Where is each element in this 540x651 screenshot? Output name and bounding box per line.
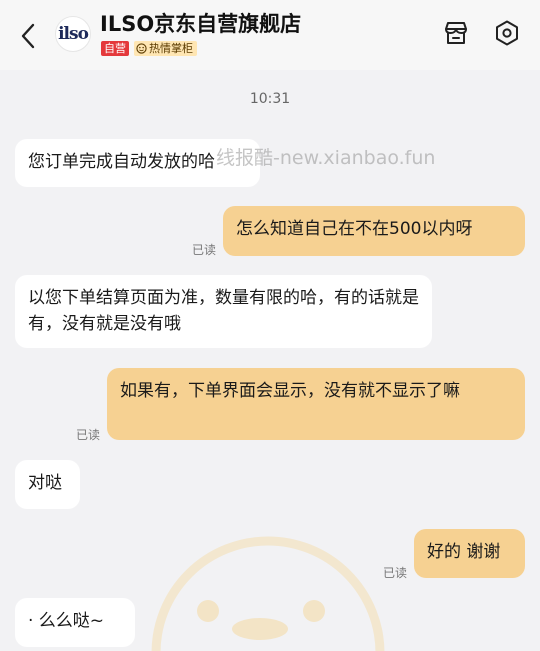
message-bubble-outgoing[interactable]: 好的 谢谢	[414, 529, 525, 578]
back-button[interactable]	[14, 20, 42, 52]
mascot-watermark-icon	[151, 536, 385, 651]
message-text: 您订单完成自动发放的哈	[28, 152, 215, 172]
message-text: 对哒	[28, 473, 62, 493]
message-timestamp: 10:31	[249, 91, 291, 107]
settings-button[interactable]	[492, 18, 522, 48]
store-icon	[445, 22, 467, 44]
read-status: 已读	[192, 243, 217, 257]
message-bubble-outgoing[interactable]: 如果有，下单界面会显示，没有就不显示了嘛	[107, 368, 525, 440]
read-status: 已读	[383, 566, 408, 580]
shop-logo[interactable]: ilso	[55, 16, 91, 52]
message-bubble-incoming[interactable]: 您订单完成自动发放的哈	[15, 139, 260, 187]
message-bubble-incoming[interactable]: 以您下单结算页面为准，数量有限的哈，有的话就是有，没有就是没有哦	[15, 275, 432, 348]
shop-logo-text: ilso	[58, 24, 89, 44]
warm-host-badge: 热情掌柜	[134, 41, 197, 56]
self-operated-badge: 自营	[101, 41, 129, 56]
shop-title[interactable]: ILSO京东自营旗舰店	[100, 8, 301, 38]
message-bubble-incoming[interactable]: · 么么哒~	[15, 598, 135, 647]
message-text: · 么么哒~	[28, 611, 105, 631]
store-button[interactable]	[441, 18, 471, 48]
shop-tags: 自营 热情掌柜	[101, 41, 197, 56]
message-bubble-outgoing[interactable]: 怎么知道自己在不在500以内呀	[223, 206, 525, 256]
message-bubble-incoming[interactable]: 对哒	[15, 460, 80, 509]
chevron-left-icon	[21, 23, 35, 49]
chat-header: ilso ILSO京东自营旗舰店 自营 热情掌柜	[0, 0, 540, 70]
read-status: 已读	[76, 428, 101, 442]
message-text: 如果有，下单界面会显示，没有就不显示了嘛	[120, 381, 460, 401]
smiley-icon	[136, 43, 147, 54]
message-text: 怎么知道自己在不在500以内呀	[236, 219, 473, 239]
warm-host-label: 热情掌柜	[149, 42, 193, 55]
settings-hexagon-icon	[496, 20, 518, 46]
message-text: 好的 谢谢	[427, 542, 501, 562]
message-text: 以您下单结算页面为准，数量有限的哈，有的话就是有，没有就是没有哦	[28, 288, 419, 334]
